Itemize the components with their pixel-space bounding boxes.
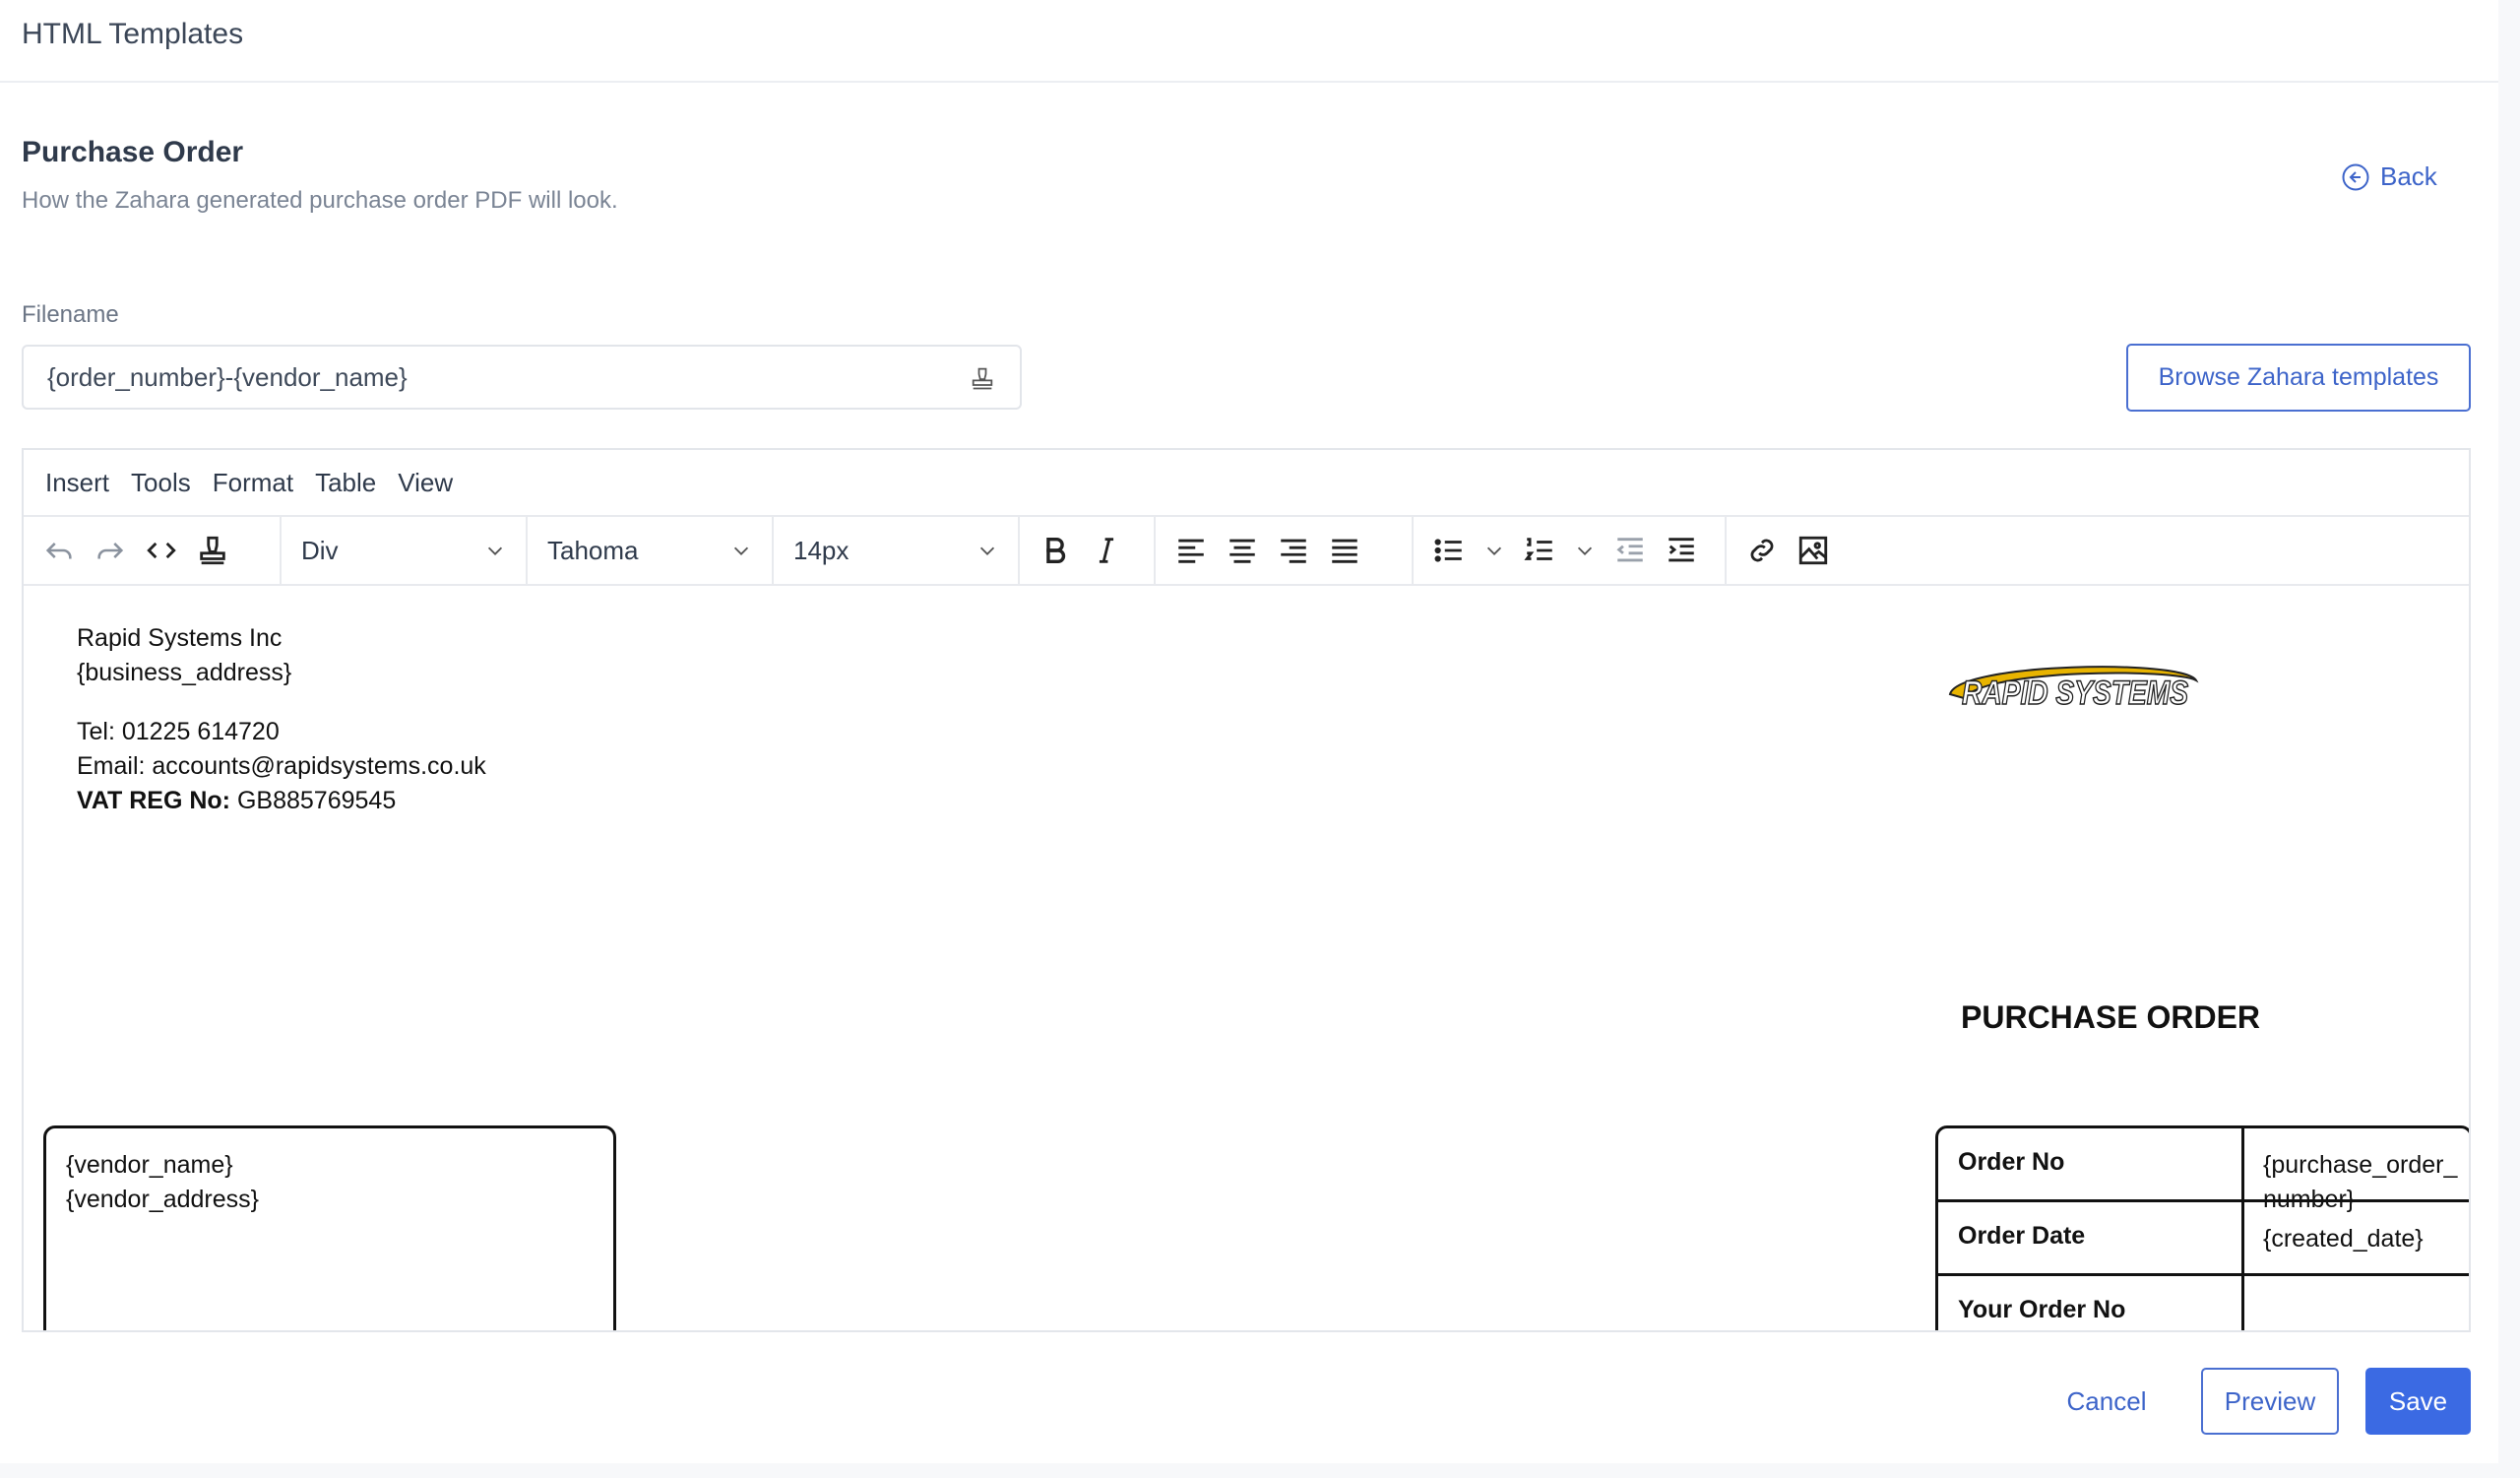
form-actions: Cancel Preview Save	[0, 1367, 2498, 1436]
link-icon	[1750, 539, 1774, 562]
block-format-value: Div	[301, 535, 339, 565]
order-date-label: Order Date	[1958, 1222, 2086, 1250]
editor-menubar: Insert Tools Format Table View	[24, 450, 2469, 517]
vendor-address: {vendor_address}	[66, 1186, 259, 1213]
back-label: Back	[2380, 161, 2437, 191]
menu-tools[interactable]: Tools	[120, 468, 202, 498]
align-center-icon	[1229, 539, 1255, 563]
redo-icon	[97, 543, 124, 559]
numbered-list-options[interactable]	[1565, 525, 1605, 576]
section-title: Purchase Order	[22, 136, 244, 168]
redo-button[interactable]	[85, 525, 136, 576]
purchase-order-title: PURCHASE ORDER	[1961, 999, 2261, 1035]
bold-button[interactable]	[1030, 525, 1081, 576]
align-justify-button[interactable]	[1319, 525, 1370, 576]
vat-number: VAT REG No: GB885769545	[77, 784, 486, 818]
indent-icon	[1669, 538, 1694, 562]
menu-table[interactable]: Table	[304, 468, 387, 498]
outdent-icon	[1616, 538, 1643, 562]
merge-field-button[interactable]	[187, 525, 238, 576]
chevron-down-icon	[733, 546, 749, 555]
editor-content[interactable]: Rapid Systems Inc {business_address} Tel…	[24, 586, 2469, 1330]
logo-text: RAPID SYSTEMS	[1962, 675, 2188, 712]
table-divider	[2241, 1128, 2244, 1330]
preview-button[interactable]: Preview	[2201, 1368, 2339, 1435]
vendor-box: {vendor_name} {vendor_address}	[43, 1125, 616, 1330]
source-code-button[interactable]	[136, 525, 187, 576]
table-row: Your Order No	[1938, 1276, 2469, 1330]
vendor-name: {vendor_name}	[66, 1151, 233, 1179]
vat-value: GB885769545	[236, 787, 397, 814]
vat-label: VAT REG No:	[77, 787, 231, 814]
numbered-list-button[interactable]	[1514, 525, 1565, 576]
chevron-down-icon	[979, 546, 995, 555]
font-size-value: 14px	[793, 535, 850, 565]
font-family-value: Tahoma	[547, 535, 639, 565]
your-order-no-label: Your Order No	[1958, 1296, 2126, 1323]
editor-toolbar: Div Tahoma 14px	[24, 517, 2469, 586]
table-row: Order No {purchase_order_number}	[1938, 1128, 2469, 1213]
menu-format[interactable]: Format	[202, 468, 304, 498]
page-header: HTML Templates	[0, 0, 2498, 83]
filename-input[interactable]	[24, 360, 955, 394]
filename-field	[22, 345, 1022, 410]
toolbar-group-lists	[1414, 517, 1727, 584]
telephone: Tel: 01225 614720	[77, 718, 280, 745]
align-left-button[interactable]	[1166, 525, 1217, 576]
insert-link-button[interactable]	[1736, 525, 1788, 576]
numbered-list-icon	[1524, 538, 1552, 560]
undo-button[interactable]	[33, 525, 85, 576]
align-right-icon	[1281, 539, 1306, 563]
business-details: Rapid Systems Inc {business_address} Tel…	[77, 621, 486, 818]
section-subtitle: How the Zahara generated purchase order …	[22, 187, 618, 214]
toolbar-group-align	[1156, 517, 1414, 584]
italic-button[interactable]	[1081, 525, 1132, 576]
bold-icon	[1046, 537, 1066, 564]
chevron-down-icon	[487, 546, 503, 555]
toolbar-group-text-style	[1020, 517, 1156, 584]
merge-field-stamp-icon[interactable]	[969, 364, 996, 392]
menu-view[interactable]: View	[387, 468, 464, 498]
toolbar-group-insert	[1727, 517, 1862, 584]
company-name: Rapid Systems Inc	[77, 624, 283, 652]
filename-label: Filename	[22, 301, 119, 328]
align-justify-icon	[1332, 539, 1357, 563]
align-center-button[interactable]	[1217, 525, 1268, 576]
font-size-select[interactable]: 14px	[774, 517, 1020, 584]
table-row: Order Date {created_date}	[1938, 1202, 2469, 1276]
chevron-down-icon	[1577, 546, 1593, 555]
image-icon	[1798, 536, 1828, 565]
outdent-button[interactable]	[1605, 525, 1656, 576]
bullet-list-button[interactable]	[1423, 525, 1475, 576]
back-button[interactable]: Back	[2341, 161, 2437, 192]
bullet-list-options[interactable]	[1475, 525, 1514, 576]
rich-text-editor: Insert Tools Format Table View Div Tahom…	[22, 448, 2471, 1332]
email: Email: accounts@rapidsystems.co.uk	[77, 752, 486, 780]
block-format-select[interactable]: Div	[282, 517, 528, 584]
code-icon	[147, 542, 176, 559]
browse-templates-button[interactable]: Browse Zahara templates	[2126, 344, 2471, 412]
save-button[interactable]: Save	[2365, 1368, 2471, 1435]
stamp-icon	[200, 536, 225, 565]
order-date-value: {created_date}	[2263, 1225, 2424, 1253]
align-right-button[interactable]	[1268, 525, 1319, 576]
indent-button[interactable]	[1656, 525, 1707, 576]
menu-insert[interactable]: Insert	[24, 468, 120, 498]
business-address: {business_address}	[77, 659, 292, 686]
font-family-select[interactable]: Tahoma	[528, 517, 774, 584]
back-arrow-icon	[2342, 163, 2369, 190]
rapid-systems-logo: RAPID SYSTEMS	[1948, 666, 2199, 713]
bullet-list-icon	[1434, 539, 1462, 562]
page-title: HTML Templates	[22, 18, 244, 50]
undo-icon	[45, 543, 72, 559]
main-panel: HTML Templates Purchase Order How the Za…	[0, 0, 2498, 1463]
order-details-table: Order No {purchase_order_number} Order D…	[1935, 1125, 2469, 1330]
insert-image-button[interactable]	[1788, 525, 1839, 576]
cancel-button[interactable]: Cancel	[2048, 1367, 2166, 1436]
chevron-down-icon	[1486, 546, 1502, 555]
align-left-icon	[1178, 539, 1204, 563]
order-no-label: Order No	[1958, 1148, 2065, 1176]
toolbar-group-history	[24, 517, 282, 584]
italic-icon	[1099, 538, 1114, 563]
